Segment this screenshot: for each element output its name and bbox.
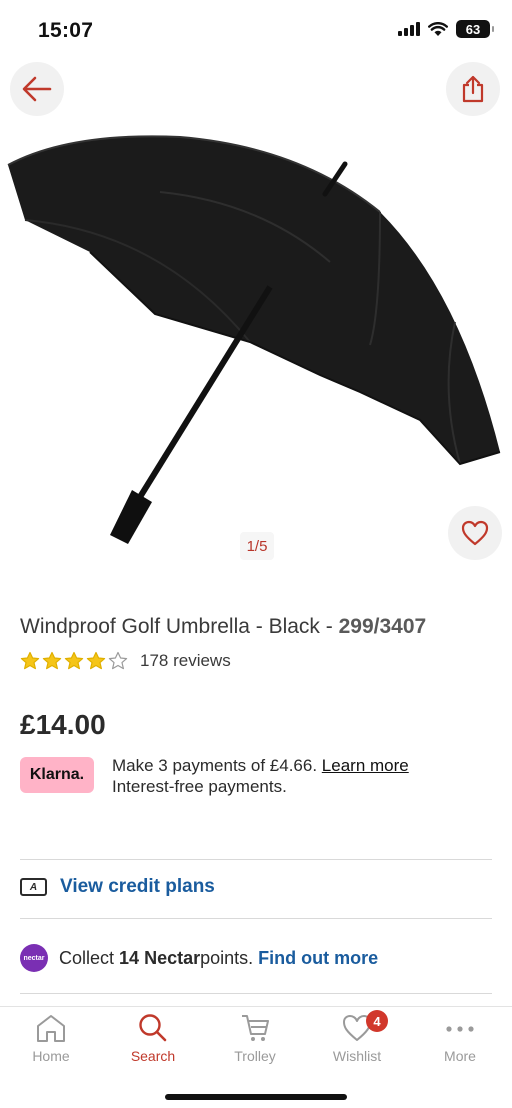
klarna-interest-free: Interest-free payments. bbox=[112, 777, 287, 796]
nectar-points-row: nectar Collect 14 Nectar points. Find ou… bbox=[20, 944, 378, 972]
rating-stars bbox=[20, 651, 128, 671]
star-filled-icon bbox=[20, 651, 40, 670]
battery-icon: 63 bbox=[456, 20, 494, 38]
more-icon bbox=[446, 1026, 474, 1032]
tab-wishlist[interactable]: 4 Wishlist bbox=[312, 1010, 402, 1064]
tab-more[interactable]: More bbox=[415, 1013, 505, 1064]
klarna-logo: Klarna. bbox=[20, 757, 94, 793]
tab-search-label: Search bbox=[130, 1048, 176, 1064]
nectar-logo-icon: nectar bbox=[20, 944, 48, 972]
tab-search[interactable]: Search bbox=[108, 1013, 198, 1064]
klarna-info: Make 3 payments of £4.66. Learn more Int… bbox=[112, 755, 409, 797]
divider bbox=[20, 859, 492, 860]
nectar-prefix: Collect bbox=[59, 947, 115, 968]
back-button[interactable] bbox=[10, 62, 64, 116]
product-rating[interactable]: 178 reviews bbox=[20, 651, 231, 671]
share-button[interactable] bbox=[446, 62, 500, 116]
trolley-icon bbox=[242, 1015, 269, 1041]
tab-more-label: More bbox=[444, 1048, 476, 1064]
product-price: £14.00 bbox=[20, 709, 106, 740]
star-filled-icon bbox=[64, 651, 84, 670]
tab-trolley-label: Trolley bbox=[234, 1048, 276, 1064]
divider bbox=[20, 918, 492, 919]
credit-plans-label: View credit plans bbox=[60, 876, 215, 897]
star-filled-icon bbox=[42, 651, 62, 670]
status-time: 15:07 bbox=[38, 19, 94, 42]
product-image-gallery[interactable]: 1/5 bbox=[0, 62, 512, 582]
add-to-wishlist-button[interactable] bbox=[448, 506, 502, 560]
image-counter: 1/5 bbox=[240, 532, 274, 560]
tab-trolley[interactable]: Trolley bbox=[210, 1013, 300, 1064]
bottom-tab-bar: Home Search Trolley 4 Wishlist More bbox=[0, 1006, 512, 1108]
nectar-find-out-more-link[interactable]: Find out more bbox=[258, 948, 378, 969]
nectar-points: 14 Nectar bbox=[119, 947, 201, 968]
product-name: Windproof Golf Umbrella - Black - bbox=[20, 615, 339, 638]
view-credit-plans-link[interactable]: A View credit plans bbox=[20, 876, 215, 898]
product-image bbox=[7, 135, 501, 544]
share-icon bbox=[462, 75, 484, 103]
tab-wishlist-label: Wishlist bbox=[332, 1048, 382, 1064]
heart-outline-icon bbox=[461, 520, 489, 546]
status-indicators: 63 bbox=[398, 20, 494, 38]
tab-home-label: Home bbox=[32, 1048, 70, 1064]
product-title: Windproof Golf Umbrella - Black - 299/34… bbox=[20, 615, 426, 639]
tab-home[interactable]: Home bbox=[6, 1013, 96, 1064]
wifi-icon bbox=[428, 21, 448, 36]
star-filled-icon bbox=[86, 651, 106, 670]
divider bbox=[20, 993, 492, 994]
home-indicator bbox=[165, 1094, 347, 1100]
nectar-suffix: points. bbox=[200, 947, 254, 968]
credit-card-icon: A bbox=[20, 878, 47, 896]
product-code: 299/3407 bbox=[338, 615, 427, 638]
arrow-left-icon bbox=[22, 76, 52, 102]
search-icon bbox=[139, 1014, 167, 1042]
cellular-signal-icon bbox=[398, 22, 420, 36]
klarna-installments: Make 3 payments of £4.66. bbox=[112, 756, 322, 775]
wishlist-count-badge: 4 bbox=[366, 1010, 388, 1032]
klarna-learn-more-link[interactable]: Learn more bbox=[322, 756, 409, 775]
home-icon bbox=[37, 1015, 65, 1042]
reviews-link[interactable]: 178 reviews bbox=[140, 651, 231, 671]
star-empty-icon bbox=[108, 651, 128, 670]
status-bar: 15:07 63 bbox=[0, 0, 512, 62]
